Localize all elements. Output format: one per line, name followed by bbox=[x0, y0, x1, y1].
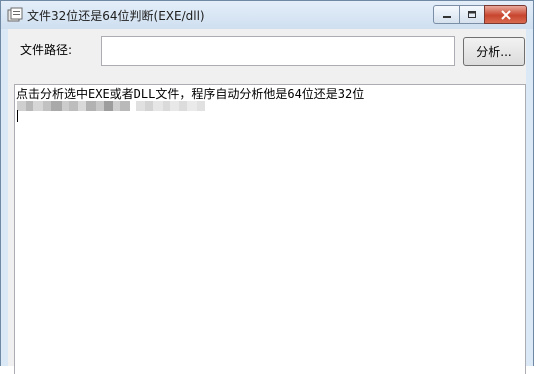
minimize-icon bbox=[442, 15, 451, 18]
analyze-button[interactable]: 分析... bbox=[463, 37, 525, 66]
redacted-text bbox=[17, 100, 231, 112]
app-window: 文件32位还是64位判断(EXE/dll) 文件路径: 分析... 点击分析选中… bbox=[0, 0, 534, 374]
file-path-input[interactable] bbox=[101, 36, 455, 66]
client-area: 文件路径: 分析... 点击分析选中EXE或者DLL文件，程序自动分析他是64位… bbox=[8, 29, 526, 374]
maximize-button[interactable] bbox=[459, 5, 484, 24]
file-path-label: 文件路径: bbox=[20, 43, 73, 57]
close-icon bbox=[500, 9, 511, 20]
output-textbox[interactable]: 点击分析选中EXE或者DLL文件，程序自动分析他是64位还是32位 bbox=[14, 84, 526, 374]
text-caret bbox=[17, 110, 18, 122]
app-icon bbox=[7, 7, 23, 22]
window-title: 文件32位还是64位判断(EXE/dll) bbox=[27, 9, 205, 23]
caption-buttons bbox=[433, 5, 527, 24]
close-button[interactable] bbox=[484, 5, 527, 24]
maximize-icon bbox=[468, 10, 476, 18]
minimize-button[interactable] bbox=[433, 5, 459, 24]
title-bar[interactable]: 文件32位还是64位判断(EXE/dll) bbox=[1, 1, 533, 29]
